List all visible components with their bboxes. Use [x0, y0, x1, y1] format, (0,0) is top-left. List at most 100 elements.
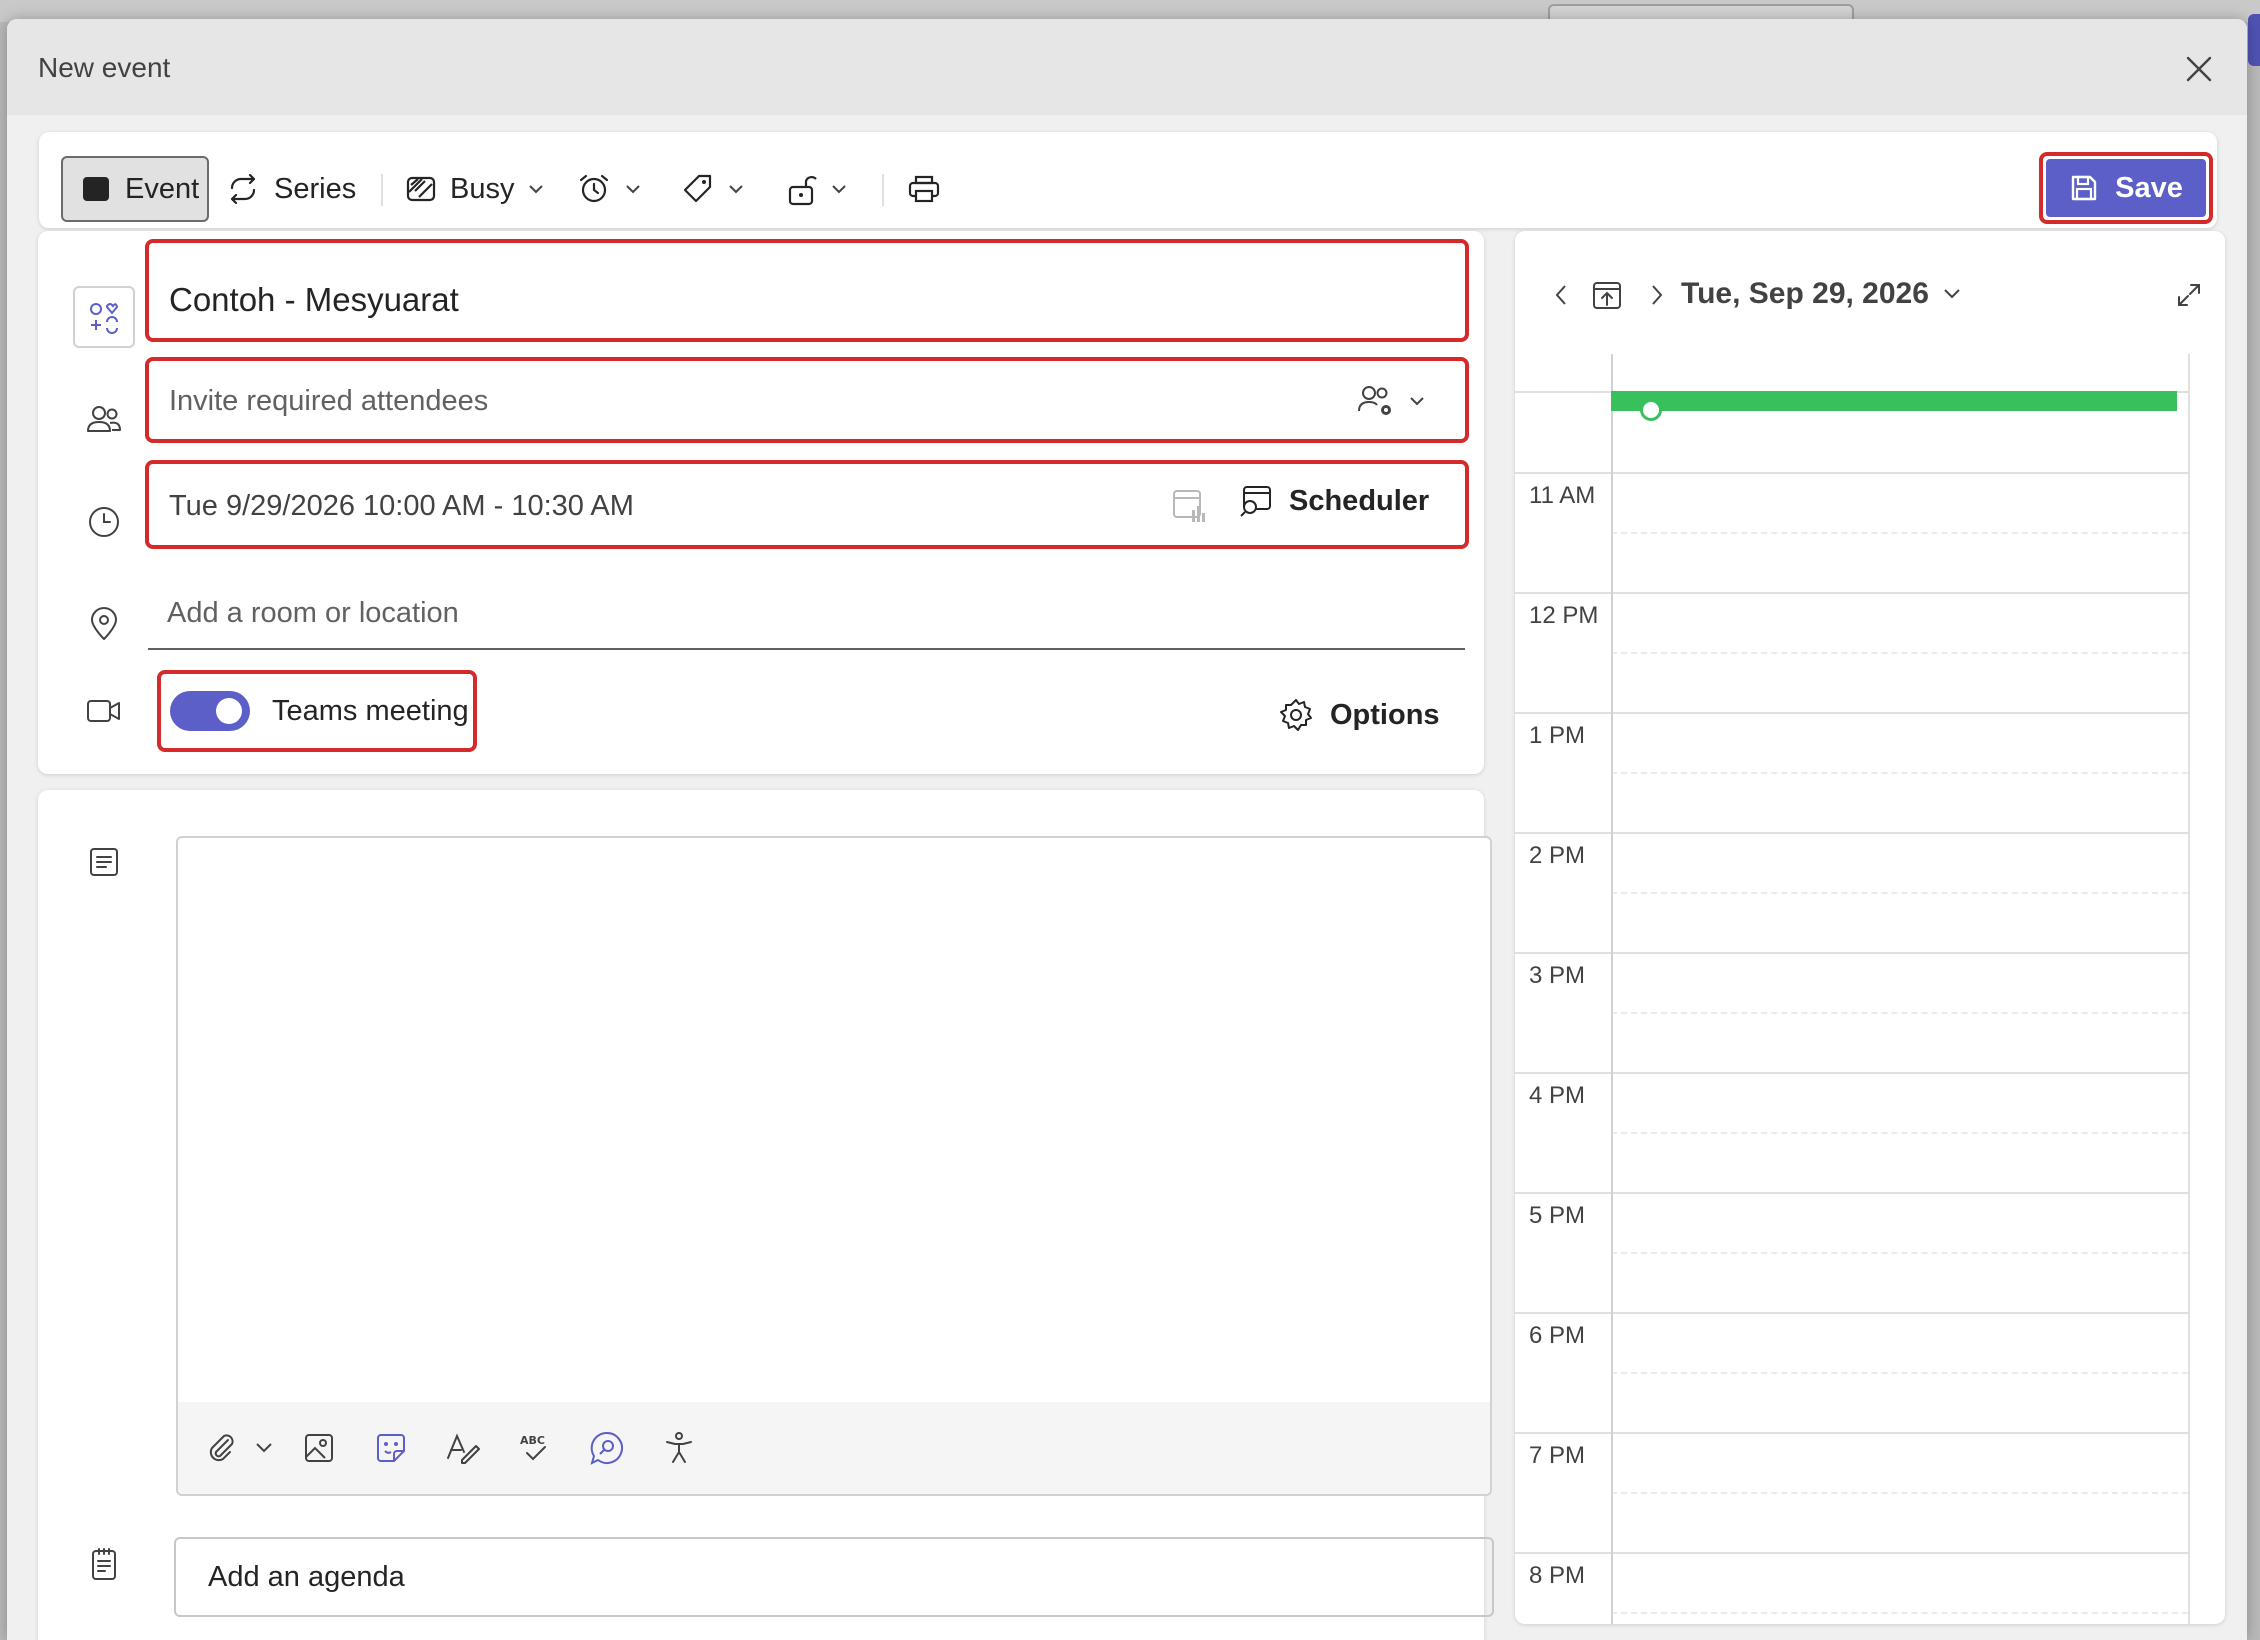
save-label: Save: [2115, 171, 2183, 204]
editor-toolbar: ABC: [178, 1402, 1490, 1494]
calendar-time-grid: 11 AM 12 PM 1 PM 2 PM 3 PM 4 PM 5 PM 6 PM 7 PM 8 …: [1515, 354, 2225, 1624]
hour-line: [1515, 952, 2188, 954]
toggle-knob: [216, 698, 242, 724]
half-hour-line: [1611, 652, 2188, 654]
hour-line: [1515, 1072, 2188, 1074]
event-tab-label: Event: [125, 172, 200, 205]
agenda-icon-wrap: [80, 1540, 128, 1588]
chevron-down-icon: [256, 1443, 272, 1453]
dialog-titlebar: New event: [7, 19, 2247, 115]
agenda-input[interactable]: Add an agenda: [174, 1537, 1494, 1617]
calendar-today-icon: [1593, 282, 1621, 309]
people-icon-wrap: [80, 395, 128, 443]
attendees-placeholder: Invite required attendees: [169, 385, 489, 417]
busy-status-dropdown[interactable]: Busy: [406, 156, 544, 222]
background-accent: [2248, 14, 2260, 66]
half-hour-line: [1611, 1372, 2188, 1374]
grid-right-border: [2188, 354, 2190, 1624]
chevron-down-icon: [626, 185, 640, 194]
repeat-icon: [230, 174, 256, 204]
save-button[interactable]: Save: [2046, 159, 2206, 217]
event-toolbar: Event Series Busy Save: [39, 132, 2217, 228]
hour-line: [1515, 832, 2188, 834]
hour-line: [1515, 712, 2188, 714]
event-title-value: Contoh - Mesyuarat: [169, 281, 459, 318]
privacy-dropdown[interactable]: [787, 156, 847, 222]
hour-label: 6 PM: [1529, 1322, 1586, 1349]
location-input[interactable]: Add a room or location: [148, 577, 1465, 650]
hour-line: [1515, 1312, 2188, 1314]
calendar-date-label: Tue, Sep 29, 2026: [1681, 277, 1929, 310]
insert-image-button[interactable]: [299, 1428, 339, 1468]
attach-dropdown[interactable]: [244, 1428, 284, 1468]
half-hour-line: [1611, 772, 2188, 774]
toolbar-divider: [882, 174, 884, 206]
alarm-clock-icon: [579, 174, 609, 203]
location-placeholder: Add a room or location: [167, 597, 459, 629]
chevron-right-icon: [1652, 285, 1663, 305]
day-calendar-preview: Tue, Sep 29, 2026 11 AM 12 PM 1 PM 2 PM 3 PM…: [1515, 231, 2225, 1624]
meeting-options-button[interactable]: Options: [1278, 697, 1440, 733]
previous-day-button[interactable]: [1543, 277, 1579, 313]
hour-line: [1515, 592, 2188, 594]
category-dropdown[interactable]: [682, 156, 744, 222]
reminder-dropdown[interactable]: [577, 156, 641, 222]
half-hour-line: [1611, 1252, 2188, 1254]
series-label: Series: [274, 172, 357, 205]
attendee-options-dropdown[interactable]: [1357, 383, 1425, 419]
half-hour-line: [1611, 1492, 2188, 1494]
accessibility-icon: [666, 1432, 692, 1463]
printer-icon: [908, 175, 940, 203]
event-title-input[interactable]: Contoh - Mesyuarat: [145, 239, 1469, 342]
half-hour-line: [1611, 892, 2188, 894]
dialog-title: New event: [38, 52, 171, 83]
scheduler-label: Scheduler: [1289, 484, 1430, 517]
category-picker-button[interactable]: [73, 286, 135, 348]
expand-calendar-button[interactable]: [2171, 277, 2207, 313]
people-settings-icon: [1358, 386, 1391, 415]
svg-text:ABC: ABC: [520, 1434, 545, 1447]
sticker-button[interactable]: [371, 1428, 411, 1468]
paperclip-icon: [209, 1434, 234, 1462]
calendar-date-picker[interactable]: Tue, Sep 29, 2026: [1681, 277, 1961, 311]
hour-label: 3 PM: [1529, 962, 1586, 989]
attach-button[interactable]: [202, 1428, 242, 1468]
hour-line: [1515, 1552, 2188, 1554]
chat-search-icon: [590, 1431, 623, 1465]
image-icon: [305, 1434, 333, 1462]
text-description-icon: [90, 848, 118, 876]
busy-status-icon: [406, 176, 436, 202]
series-button[interactable]: Series: [226, 156, 356, 222]
busy-status-label: Busy: [450, 172, 515, 205]
event-tab-button[interactable]: Event: [61, 156, 209, 222]
hour-line: [1515, 1432, 2188, 1434]
close-icon: [2186, 56, 2212, 82]
next-day-button[interactable]: [1639, 277, 1675, 313]
close-button[interactable]: [2181, 51, 2217, 87]
event-drag-handle[interactable]: [1640, 399, 1662, 421]
tag-icon: [683, 174, 712, 203]
clock-icon-wrap: [80, 498, 128, 546]
description-text-area[interactable]: [178, 838, 1490, 1404]
attendees-input[interactable]: Invite required attendees: [145, 357, 1469, 443]
teams-meeting-toggle[interactable]: [170, 691, 250, 731]
calendar-event-icon: [83, 177, 109, 201]
copilot-chat-button[interactable]: [587, 1428, 627, 1468]
spell-check-icon: ABC: [520, 1434, 546, 1461]
expand-icon: [2178, 284, 2200, 306]
spelling-button[interactable]: ABC: [515, 1428, 555, 1468]
availability-button[interactable]: [1172, 488, 1206, 524]
accessibility-button[interactable]: [659, 1428, 699, 1468]
scheduler-button[interactable]: Scheduler: [1239, 484, 1429, 518]
date-time-field[interactable]: Tue 9/29/2026 10:00 AM - 10:30 AM Schedu…: [145, 460, 1469, 549]
new-event-block[interactable]: [1611, 391, 2177, 411]
print-button[interactable]: [907, 156, 941, 222]
half-hour-line: [1611, 532, 2188, 534]
format-text-button[interactable]: [443, 1428, 483, 1468]
hour-label: 12 PM: [1529, 602, 1599, 629]
save-button-highlight: Save: [2039, 152, 2213, 224]
hour-label: 5 PM: [1529, 1202, 1586, 1229]
options-label: Options: [1330, 698, 1440, 731]
toolbar-divider: [381, 174, 383, 206]
go-to-today-button[interactable]: [1589, 277, 1625, 313]
